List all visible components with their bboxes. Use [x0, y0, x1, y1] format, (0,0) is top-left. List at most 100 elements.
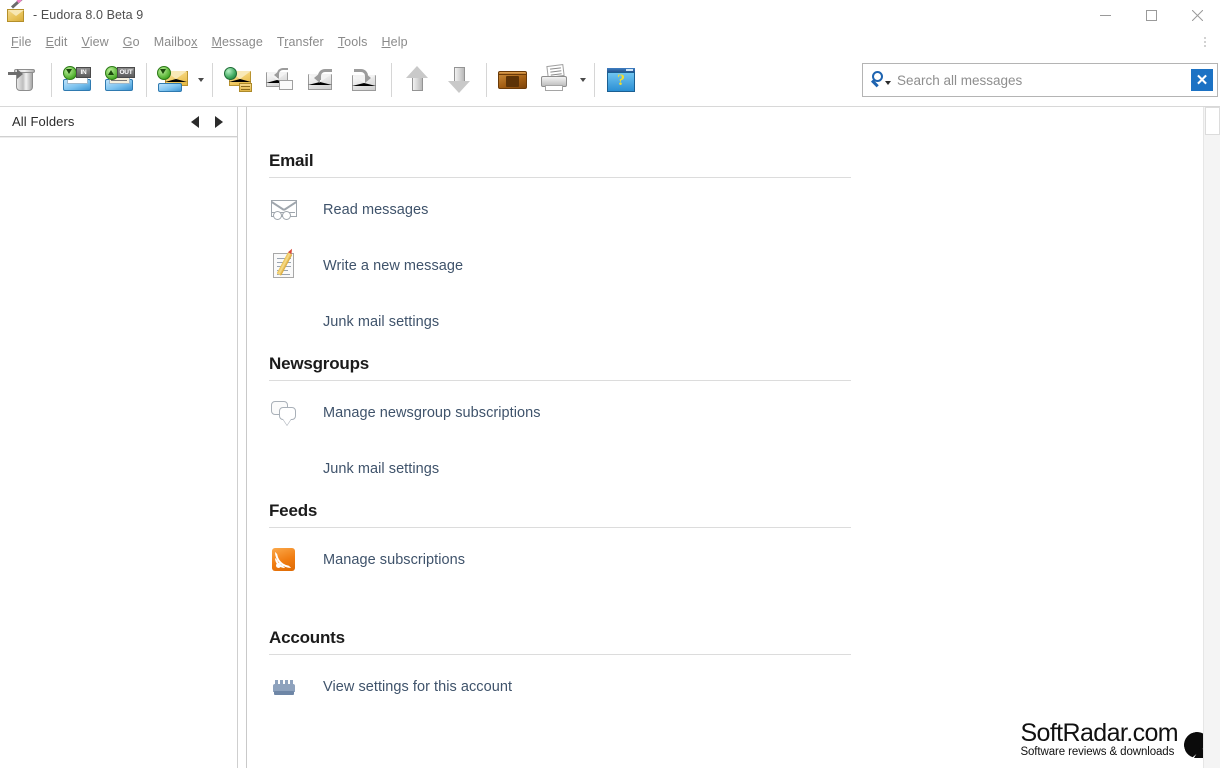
section-heading: Email — [269, 151, 314, 170]
folders-sidebar: All Folders — [0, 107, 238, 768]
reply-button[interactable] — [260, 58, 302, 102]
eudora-envelope-pen-icon — [7, 0, 25, 23]
toolbar: IN OUT ? Search all messages ✕ — [0, 54, 1220, 107]
toolbar-separator — [51, 63, 52, 97]
link-read-messages[interactable]: Read messages — [269, 182, 1220, 238]
account-gear-icon — [269, 671, 309, 703]
reply-all-button[interactable] — [302, 58, 344, 102]
inbox-tray-icon: IN — [61, 64, 95, 96]
watermark-title: SoftRadar.com — [1020, 718, 1178, 747]
link-label: View settings for this account — [323, 679, 513, 695]
folders-list[interactable] — [0, 137, 237, 768]
link-view-account-settings[interactable]: View settings for this account — [269, 659, 1220, 715]
workspace: All Folders Email Read messages Write a … — [0, 107, 1220, 768]
search-clear-button[interactable]: ✕ — [1191, 69, 1213, 91]
arrow-down-icon — [443, 64, 477, 96]
section-divider — [269, 177, 851, 178]
link-manage-subscriptions[interactable]: Manage subscriptions — [269, 532, 1220, 588]
forward-button[interactable] — [344, 58, 386, 102]
read-mail-icon — [269, 194, 309, 226]
link-label: Manage newsgroup subscriptions — [323, 405, 541, 421]
maximize-icon[interactable] — [1128, 0, 1174, 30]
triangle-right-icon[interactable] — [207, 111, 231, 133]
search-input[interactable] — [897, 72, 1191, 88]
out-mailbox-button[interactable]: OUT — [99, 58, 141, 102]
toolbar-separator — [212, 63, 213, 97]
menu-item-go[interactable]: Go — [116, 33, 147, 51]
globe-mail-icon — [222, 64, 256, 96]
address-book-icon — [496, 64, 530, 96]
address-book-button[interactable] — [492, 58, 534, 102]
softradar-watermark: SoftRadar.com Software reviews & downloa… — [1020, 718, 1220, 759]
pane-splitter[interactable] — [238, 107, 247, 768]
section-divider — [269, 380, 851, 381]
link-junk-mail-settings-newsgroups[interactable]: Junk mail settings — [269, 441, 1220, 497]
help-button[interactable]: ? — [600, 58, 642, 102]
menu-item-help[interactable]: Help — [375, 33, 415, 51]
link-manage-newsgroup-subscriptions[interactable]: Manage newsgroup subscriptions — [269, 385, 1220, 441]
menu-overflow-icon[interactable] — [1198, 34, 1212, 50]
section-heading: Accounts — [269, 628, 345, 647]
next-message-button[interactable] — [439, 58, 481, 102]
link-junk-mail-settings-email[interactable]: Junk mail settings — [269, 294, 1220, 350]
triangle-left-icon[interactable] — [183, 111, 207, 133]
section-heading: Newsgroups — [269, 354, 370, 373]
chevron-down-icon — [885, 81, 891, 85]
link-label: Write a new message — [323, 258, 464, 274]
menu-item-edit[interactable]: Edit — [39, 33, 75, 51]
section-newsgroups: Newsgroups Manage newsgroup subscription… — [269, 354, 1220, 497]
window-title: - Eudora 8.0 Beta 9 — [33, 8, 144, 22]
section-heading: Feeds — [269, 501, 318, 520]
print-dropdown[interactable] — [576, 58, 589, 102]
reply-envelope-icon — [264, 64, 298, 96]
link-label: Junk mail settings — [323, 314, 440, 330]
section-divider — [269, 527, 851, 528]
printer-icon — [538, 64, 572, 96]
section-email: Email Read messages Write a new message — [269, 151, 1220, 350]
search-magnifier-icon[interactable] — [863, 64, 897, 96]
trash-button[interactable] — [4, 58, 46, 102]
receive-mail-icon — [156, 64, 190, 96]
toolbar-separator — [486, 63, 487, 97]
toolbar-separator — [146, 63, 147, 97]
section-feeds: Feeds Manage subscriptions — [269, 501, 1220, 588]
in-mailbox-button[interactable]: IN — [57, 58, 99, 102]
chat-bubbles-icon — [269, 397, 309, 429]
menu-item-tools[interactable]: Tools — [331, 33, 375, 51]
link-label: Read messages — [323, 202, 429, 218]
section-divider — [269, 654, 851, 655]
send-queued-button[interactable] — [218, 58, 260, 102]
window-controls — [1082, 0, 1220, 30]
minimize-icon[interactable] — [1082, 0, 1128, 30]
menu-item-mailbox[interactable]: Mailbox — [147, 33, 205, 51]
section-accounts: Accounts View settings for this account — [269, 628, 1220, 715]
menu-bar: File Edit View Go Mailbox Message Transf… — [0, 30, 1220, 54]
watermark-tagline: Software reviews & downloads — [1020, 746, 1175, 758]
link-label: Junk mail settings — [323, 461, 440, 477]
search-box[interactable]: ✕ — [862, 63, 1218, 97]
print-button[interactable] — [534, 58, 576, 102]
check-mail-button[interactable] — [152, 58, 194, 102]
forward-envelope-icon — [348, 64, 382, 96]
toolbar-separator — [594, 63, 595, 97]
scrollbar-thumb[interactable] — [1205, 107, 1220, 135]
outbox-tray-icon: OUT — [103, 64, 137, 96]
menu-item-transfer[interactable]: Transfer — [270, 33, 331, 51]
main-pane: Email Read messages Write a new message — [247, 107, 1220, 768]
menu-item-view[interactable]: View — [75, 33, 116, 51]
compose-icon — [269, 250, 309, 282]
help-window-icon: ? — [604, 64, 638, 96]
link-write-new-message[interactable]: Write a new message — [269, 238, 1220, 294]
title-bar: - Eudora 8.0 Beta 9 — [0, 0, 1220, 30]
close-icon[interactable] — [1174, 0, 1220, 30]
trash-can-icon — [8, 64, 42, 96]
previous-message-button[interactable] — [397, 58, 439, 102]
arrow-up-icon — [401, 64, 435, 96]
menu-item-message[interactable]: Message — [204, 33, 269, 51]
menu-item-file[interactable]: File — [4, 33, 39, 51]
welcome-content: Email Read messages Write a new message — [247, 107, 1220, 715]
main-pane-scrollbar[interactable] — [1203, 107, 1220, 768]
toolbar-separator — [391, 63, 392, 97]
check-mail-dropdown[interactable] — [194, 58, 207, 102]
reply-all-envelope-icon — [306, 64, 340, 96]
